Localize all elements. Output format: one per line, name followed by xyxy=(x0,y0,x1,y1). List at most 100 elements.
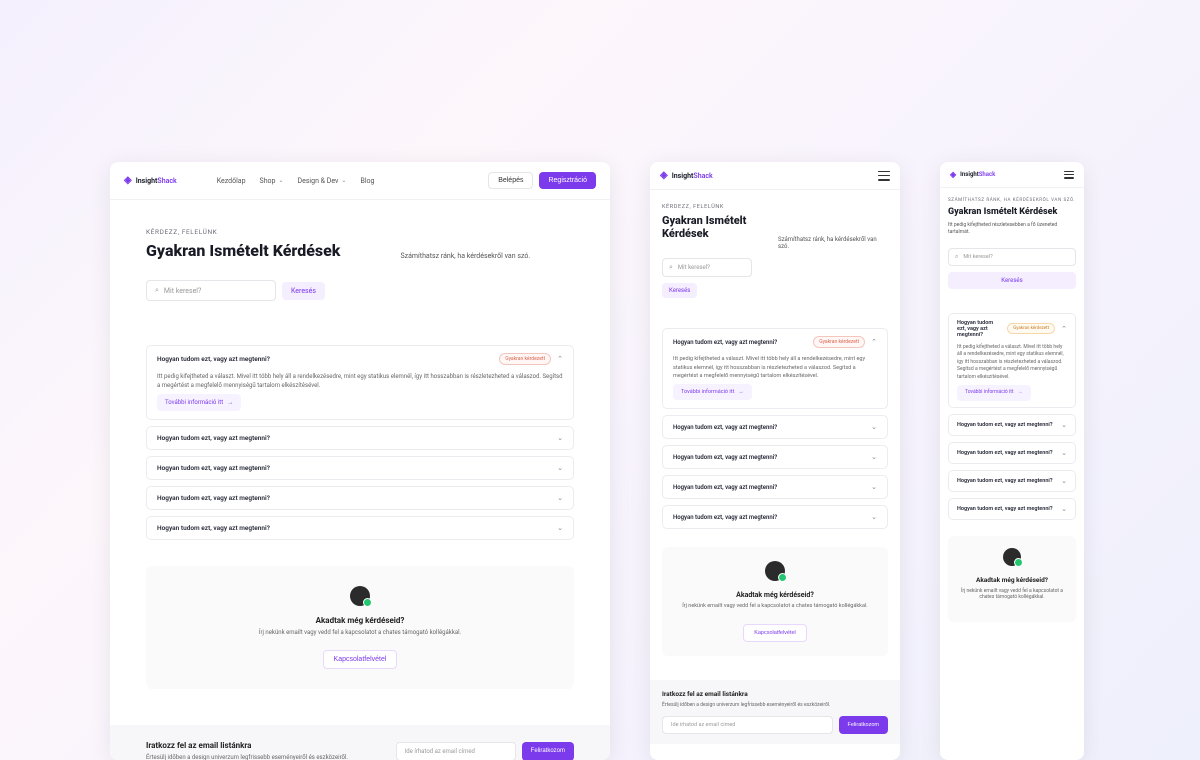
faq-toggle[interactable]: Hogyan tudom ezt, vagy azt megtenni?⌄ xyxy=(949,415,1075,435)
faq-item: Hogyan tudom ezt, vagy azt megtenni?⌄ xyxy=(948,414,1076,436)
newsletter-input[interactable]: Ide írhatod az email címed xyxy=(396,742,516,760)
support-avatar xyxy=(765,561,785,581)
faq-toggle[interactable]: Hogyan tudom ezt, vagy azt megtenni?⌄ xyxy=(663,416,887,438)
logo-mark-icon: ◈ xyxy=(950,170,956,179)
faq-item: Hogyan tudom ezt, vagy azt megtenni?⌄ xyxy=(662,415,888,439)
faq-list: Hogyan tudom ezt, vagy azt megtenni? Gya… xyxy=(110,301,610,566)
newsletter-title: Iratkozz fel az email listánkra xyxy=(146,741,348,750)
newsletter-form: Ide írhatod az email címed Feliratkozom xyxy=(662,716,888,734)
search-icon: ⌕ xyxy=(955,253,958,261)
search-input[interactable]: ⌕ Mit keresel? xyxy=(146,280,276,301)
logo[interactable]: ◈ InsightShack xyxy=(660,170,713,181)
main-nav: Kezdőlap Shop⌄ Design & Dev⌄ Blog xyxy=(217,177,375,185)
chevron-down-icon: ⌄ xyxy=(1061,505,1067,513)
logo[interactable]: ◈ InsightShack xyxy=(950,170,995,179)
logo-mark-icon: ◈ xyxy=(660,170,668,181)
hero: SZÁMÍTHATSZ RÁNK, HA KÉRDÉSEKRŐL VAN SZÓ… xyxy=(940,188,1084,242)
search-icon: ⌕ xyxy=(669,263,673,272)
login-button[interactable]: Belépés xyxy=(488,172,533,189)
hero-eyebrow: KÉRDEZZ, FELELÜNK xyxy=(146,228,340,236)
page-title: Gyakran Ismételt Kérdések xyxy=(948,207,1076,218)
chevron-up-icon: ⌃ xyxy=(1061,325,1067,333)
still-questions-card: Akadtak még kérdéseid? Írj nekünk emailt… xyxy=(146,566,574,689)
nav-shop[interactable]: Shop⌄ xyxy=(260,177,284,185)
frame-desktop: ◈ InsightShack Kezdőlap Shop⌄ Design & D… xyxy=(110,162,610,760)
faq-toggle[interactable]: Hogyan tudom ezt, vagy azt megtenni?⌄ xyxy=(663,506,887,528)
newsletter-input[interactable]: Ide írhatod az email címed xyxy=(662,716,833,734)
hero-subtitle: Itt pedig kifejtheted részletesebben a f… xyxy=(948,222,1076,236)
faq-item: Hogyan tudom ezt, vagy azt megtenni?⌄ xyxy=(662,475,888,499)
faq-toggle[interactable]: Hogyan tudom ezt, vagy azt megtenni?⌄ xyxy=(949,443,1075,463)
search-input[interactable]: ⌕Mit keresel? xyxy=(662,258,752,277)
faq-toggle[interactable]: Hogyan tudom ezt, vagy azt megtenni?⌄ xyxy=(949,471,1075,491)
chevron-down-icon: ⌄ xyxy=(557,434,563,442)
search-button[interactable]: Keresés xyxy=(282,282,325,300)
faq-list: Hogyan tudom ezt, vagy azt megtenni? Gya… xyxy=(650,298,900,547)
chevron-down-icon: ⌄ xyxy=(341,177,346,184)
faq-toggle[interactable]: Hogyan tudom ezt, vagy azt megtenni? Gya… xyxy=(949,314,1075,344)
hero: KÉRDEZZ, FELELÜNK Gyakran Ismételt Kérdé… xyxy=(650,190,900,252)
newsletter-submit[interactable]: Feliratkozom xyxy=(839,716,888,734)
hero: KÉRDEZZ, FELELÜNK Gyakran Ismételt Kérdé… xyxy=(110,200,610,274)
nav-design[interactable]: Design & Dev⌄ xyxy=(298,177,347,185)
search-input[interactable]: ⌕Mit keresel? xyxy=(948,248,1076,266)
faq-toggle[interactable]: Hogyan tudom ezt, vagy azt megtenni? Gya… xyxy=(147,346,573,372)
faq-toggle[interactable]: Hogyan tudom ezt, vagy azt megtenni?⌄ xyxy=(147,427,573,449)
faq-toggle[interactable]: Hogyan tudom ezt, vagy azt megtenni?⌄ xyxy=(147,457,573,479)
faq-toggle[interactable]: Hogyan tudom ezt, vagy azt megtenni? Gya… xyxy=(663,329,887,355)
faq-badge: Gyakran kérdezett xyxy=(813,336,865,348)
hero-eyebrow: KÉRDEZZ, FELELÜNK xyxy=(662,204,888,210)
still-sub: Írj nekünk emailt vagy vedd fel a kapcso… xyxy=(674,603,876,609)
still-title: Akadtak még kérdéseid? xyxy=(674,591,876,599)
search-button[interactable]: Keresés xyxy=(662,283,697,298)
chevron-down-icon: ⌄ xyxy=(557,464,563,472)
faq-toggle[interactable]: Hogyan tudom ezt, vagy azt megtenni?⌄ xyxy=(663,476,887,498)
topbar: ◈ InsightShack xyxy=(940,162,1084,188)
chevron-down-icon: ⌄ xyxy=(1061,449,1067,457)
faq-item: Hogyan tudom ezt, vagy azt megtenni?⌄ xyxy=(146,486,574,510)
frame-mobile: ◈ InsightShack SZÁMÍTHATSZ RÁNK, HA KÉRD… xyxy=(940,162,1084,760)
faq-toggle[interactable]: Hogyan tudom ezt, vagy azt megtenni?⌄ xyxy=(147,487,573,509)
still-sub: Írj nekünk emailt vagy vedd fel a kapcso… xyxy=(170,629,550,636)
still-title: Akadtak még kérdéseid? xyxy=(956,576,1068,584)
still-questions-card: Akadtak még kérdéseid? Írj nekünk emailt… xyxy=(662,547,888,656)
faq-answer: Itt pedig kifejtheted a választ. Mivel i… xyxy=(949,344,1075,407)
still-title: Akadtak még kérdéseid? xyxy=(170,616,550,625)
menu-button[interactable] xyxy=(1064,171,1074,179)
faq-badge: Gyakran kérdezett xyxy=(499,353,551,365)
contact-button[interactable]: Kapcsolatfelvétel xyxy=(323,650,398,669)
chevron-down-icon: ⌄ xyxy=(1061,421,1067,429)
logo-mark-icon: ◈ xyxy=(124,175,132,186)
signup-button[interactable]: Regisztráció xyxy=(539,172,596,189)
hero-eyebrow: SZÁMÍTHATSZ RÁNK, HA KÉRDÉSEKRŐL VAN SZÓ… xyxy=(948,198,1076,203)
faq-badge: Gyakran kérdezett xyxy=(1007,323,1055,334)
search-button[interactable]: Keresés xyxy=(948,272,1076,289)
nav-home[interactable]: Kezdőlap xyxy=(217,177,246,185)
faq-more-link[interactable]: További információ itt → xyxy=(157,394,241,411)
newsletter-submit[interactable]: Feliratkozom xyxy=(522,742,574,760)
topbar: ◈ InsightShack Kezdőlap Shop⌄ Design & D… xyxy=(110,162,610,200)
faq-item: Hogyan tudom ezt, vagy azt megtenni?⌄ xyxy=(948,442,1076,464)
faq-item: Hogyan tudom ezt, vagy azt megtenni?⌄ xyxy=(146,426,574,450)
newsletter-sub: Értesülj időben a design univerzum legfr… xyxy=(662,702,888,708)
faq-more-link[interactable]: További információ itt → xyxy=(957,385,1031,401)
faq-item-open: Hogyan tudom ezt, vagy azt megtenni? Gya… xyxy=(662,328,888,409)
faq-more-link[interactable]: További információ itt → xyxy=(673,384,752,400)
newsletter-form: Ide írhatod az email címed Feliratkozom xyxy=(396,742,574,760)
faq-toggle[interactable]: Hogyan tudom ezt, vagy azt megtenni?⌄ xyxy=(663,446,887,468)
chevron-down-icon: ⌄ xyxy=(557,494,563,502)
faq-toggle[interactable]: Hogyan tudom ezt, vagy azt megtenni?⌄ xyxy=(949,499,1075,519)
faq-toggle[interactable]: Hogyan tudom ezt, vagy azt megtenni?⌄ xyxy=(147,517,573,539)
nav-blog[interactable]: Blog xyxy=(360,177,374,185)
newsletter-band: Iratkozz fel az email listánkra Értesülj… xyxy=(650,680,900,744)
chevron-down-icon: ⌄ xyxy=(278,177,283,184)
chevron-up-icon: ⌃ xyxy=(871,338,877,346)
menu-button[interactable] xyxy=(878,171,890,181)
contact-button[interactable]: Kapcsolatfelvétel xyxy=(743,624,807,642)
chevron-down-icon: ⌄ xyxy=(557,524,563,532)
chevron-down-icon: ⌄ xyxy=(871,423,877,431)
newsletter-title: Iratkozz fel az email listánkra xyxy=(662,690,888,698)
faq-item: Hogyan tudom ezt, vagy azt megtenni?⌄ xyxy=(948,498,1076,520)
logo[interactable]: ◈ InsightShack xyxy=(124,175,177,186)
faq-item-open: Hogyan tudom ezt, vagy azt megtenni? Gya… xyxy=(146,345,574,420)
